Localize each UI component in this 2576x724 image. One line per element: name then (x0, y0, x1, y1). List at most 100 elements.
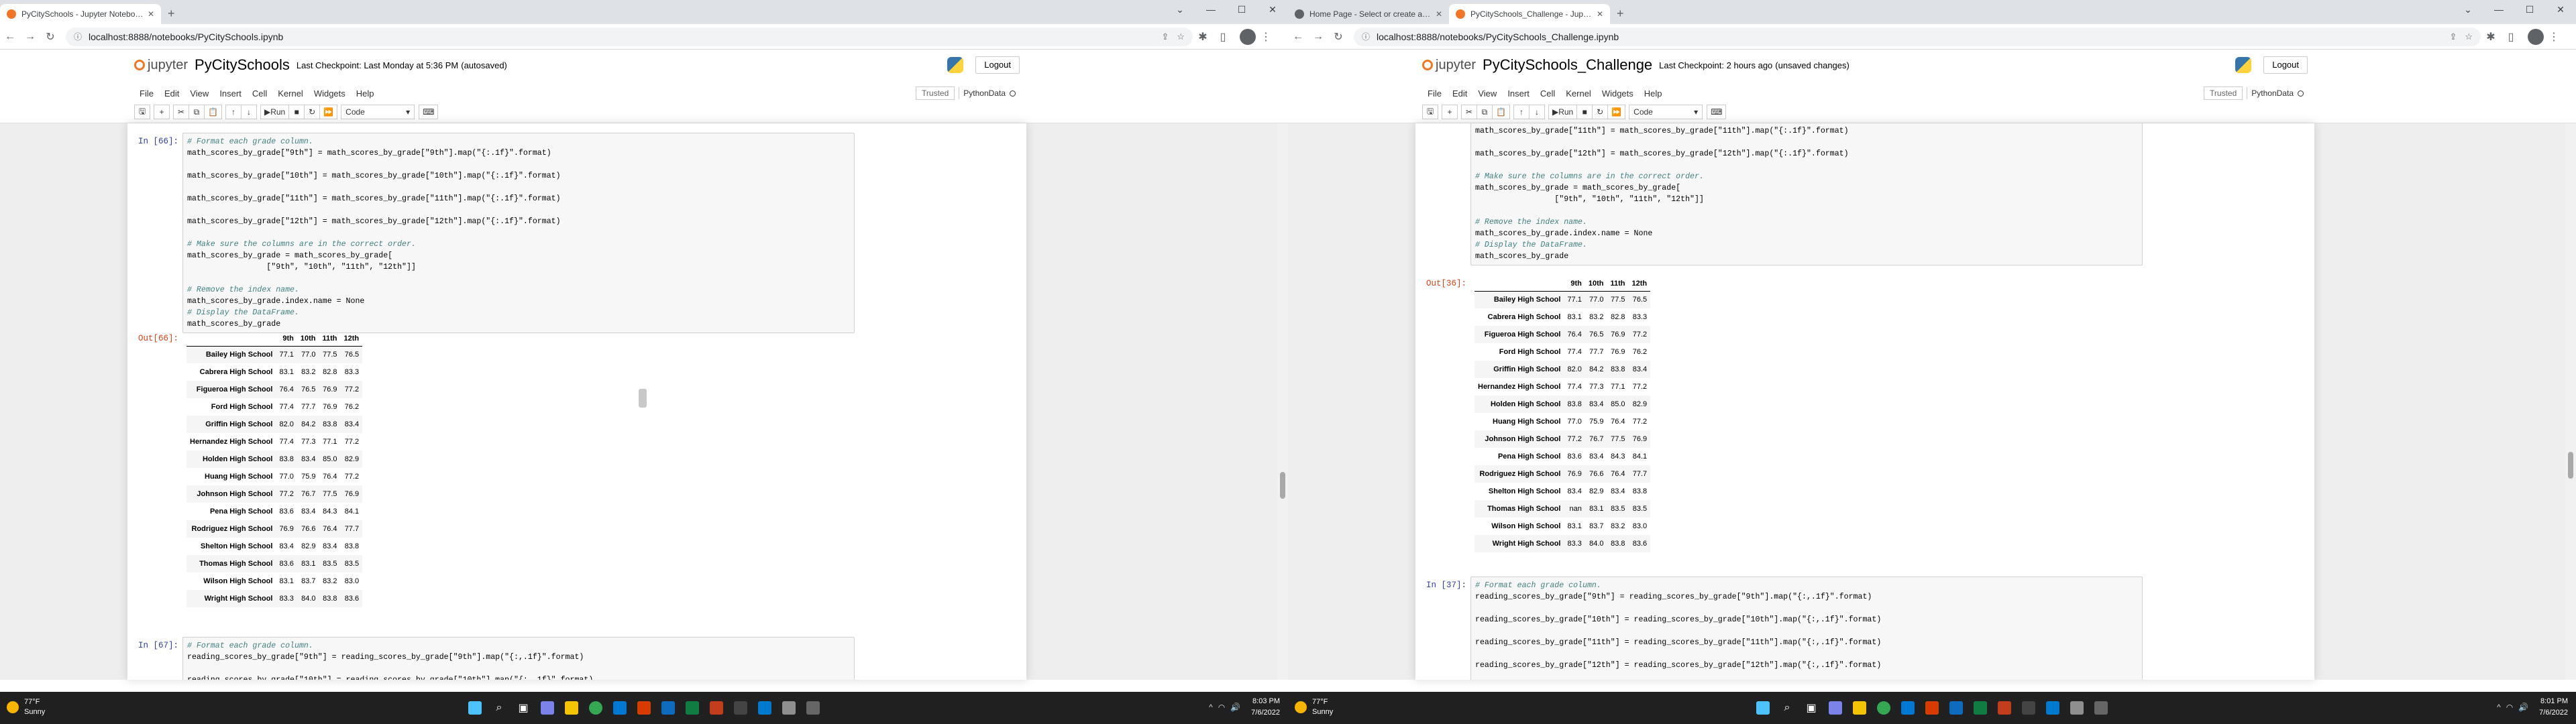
paste-icon[interactable]: 📋 (204, 105, 222, 119)
trusted-indicator[interactable]: Trusted (916, 86, 955, 100)
copy-icon[interactable]: ⧉ (189, 105, 205, 119)
close-tab-icon[interactable]: ✕ (1597, 9, 1603, 19)
weather-widget[interactable]: 77°F Sunny (1295, 697, 1333, 717)
weather-widget[interactable]: 77°F Sunny (7, 697, 45, 717)
run-button[interactable]: ▶ Run (260, 105, 290, 119)
run-button[interactable]: ▶ Run (1548, 105, 1578, 119)
insert-cell-icon[interactable]: + (1442, 105, 1458, 119)
calculator-icon[interactable] (801, 696, 825, 720)
git-icon[interactable] (777, 696, 801, 720)
sidebar-icon[interactable]: ▯ (2501, 30, 2521, 44)
reload-icon[interactable]: ↻ (1328, 30, 1348, 44)
code-editor[interactable]: # Format each grade column. reading_score… (182, 637, 855, 680)
trusted-indicator[interactable]: Trusted (2204, 86, 2243, 100)
menu-edit[interactable]: Edit (1447, 88, 1472, 99)
menu-kernel[interactable]: Kernel (272, 88, 309, 99)
volume-icon[interactable]: 🔊 (1230, 703, 1240, 712)
info-icon[interactable]: ⓘ (74, 31, 82, 42)
back-arrow-icon[interactable]: ← (0, 31, 20, 43)
code-editor[interactable]: # Format each grade column. reading_score… (1470, 577, 2143, 680)
cell-type-select[interactable]: Code ▾ (341, 105, 415, 119)
move-down-icon[interactable]: ↓ (1528, 105, 1545, 119)
wifi-icon[interactable]: ◠ (1218, 703, 1225, 712)
menu-cell[interactable]: Cell (247, 88, 272, 99)
url-input[interactable]: ⓘ localhost:8888/notebooks/PyCitySchools… (1354, 27, 2481, 46)
mail-icon[interactable] (1944, 696, 1968, 720)
menu-help[interactable]: Help (351, 88, 380, 99)
menu-edit[interactable]: Edit (159, 88, 184, 99)
move-down-icon[interactable]: ↓ (240, 105, 257, 119)
menu-view[interactable]: View (184, 88, 214, 99)
back-arrow-icon[interactable]: ← (1288, 31, 1308, 43)
menu-cell[interactable]: Cell (1535, 88, 1560, 99)
terminal-icon[interactable] (729, 696, 753, 720)
menu-insert[interactable]: Insert (214, 88, 247, 99)
restart-icon[interactable]: ↻ (1592, 105, 1609, 119)
wifi-icon[interactable]: ◠ (2506, 703, 2513, 712)
stop-icon[interactable]: ■ (1576, 105, 1593, 119)
volume-icon[interactable]: 🔊 (2518, 703, 2528, 712)
cell-type-select[interactable]: Code ▾ (1629, 105, 1703, 119)
logout-button[interactable]: Logout (975, 56, 1020, 74)
start-icon[interactable] (463, 696, 487, 720)
menu-kernel[interactable]: Kernel (1560, 88, 1597, 99)
chevron-up-icon[interactable]: ^ (2497, 703, 2501, 712)
cut-icon[interactable]: ✂ (173, 105, 189, 119)
command-palette-icon[interactable]: ⌨ (1707, 105, 1727, 119)
vscode-icon[interactable] (753, 696, 777, 720)
close-tab-icon[interactable]: ✕ (148, 9, 154, 19)
menu-view[interactable]: View (1472, 88, 1502, 99)
copy-icon[interactable]: ⧉ (1477, 105, 1493, 119)
stop-icon[interactable]: ■ (288, 105, 305, 119)
jupyter-logo[interactable]: jupyter (134, 58, 188, 73)
close-window-button[interactable]: ✕ (2545, 0, 2576, 19)
powerpoint-icon[interactable] (704, 696, 729, 720)
powerpoint-icon[interactable] (1992, 696, 2017, 720)
menu-insert[interactable]: Insert (1502, 88, 1535, 99)
vertical-scrollbar[interactable] (1277, 123, 1288, 680)
profile-avatar[interactable] (2528, 28, 2544, 45)
start-icon[interactable] (1751, 696, 1775, 720)
file-explorer-icon[interactable] (559, 696, 584, 720)
move-up-icon[interactable]: ↑ (225, 105, 241, 119)
teams-icon[interactable] (535, 696, 559, 720)
menu-widgets[interactable]: Widgets (1597, 88, 1639, 99)
command-palette-icon[interactable]: ⌨ (419, 105, 439, 119)
insert-cell-icon[interactable]: + (154, 105, 170, 119)
menu-widgets[interactable]: Widgets (309, 88, 351, 99)
task-view-icon[interactable]: ▣ (1799, 696, 1823, 720)
paste-icon[interactable]: 📋 (1492, 105, 1510, 119)
more-menu-icon[interactable]: ⋮ (1256, 30, 1276, 44)
share-icon[interactable]: ⇪ (1161, 32, 1169, 42)
share-icon[interactable]: ⇪ (2449, 32, 2457, 42)
cut-icon[interactable]: ✂ (1461, 105, 1477, 119)
close-window-button[interactable]: ✕ (1257, 0, 1288, 19)
new-tab-button[interactable]: + (1610, 4, 1631, 24)
scrollbar-thumb[interactable] (1280, 472, 1285, 499)
maximize-button[interactable]: ☐ (2514, 0, 2545, 19)
terminal-icon[interactable] (2017, 696, 2041, 720)
jupyter-logo[interactable]: jupyter (1422, 58, 1476, 73)
office-icon[interactable] (1920, 696, 1944, 720)
save-icon[interactable]: 🖫 (1422, 105, 1438, 119)
clock[interactable]: 8:01 PM 7/6/2022 (2539, 696, 2568, 719)
chevron-down-icon[interactable]: ⌄ (2453, 0, 2483, 19)
info-icon[interactable]: ⓘ (1362, 31, 1370, 42)
save-icon[interactable]: 🖫 (134, 105, 150, 119)
fast-forward-icon[interactable]: ⏩ (1607, 105, 1626, 119)
notebook-name[interactable]: PyCitySchools (195, 56, 290, 74)
move-up-icon[interactable]: ↑ (1513, 105, 1529, 119)
code-editor[interactable]: # Format each grade column. math_scores_b… (182, 133, 855, 333)
profile-avatar[interactable] (1240, 28, 1256, 45)
task-view-icon[interactable]: ▣ (511, 696, 535, 720)
notebook-site[interactable]: In [66]: # Format each grade column. math_… (0, 123, 1288, 680)
chevron-up-icon[interactable]: ^ (1209, 703, 1213, 712)
scrollbar-thumb[interactable] (2568, 452, 2573, 479)
star-icon[interactable]: ☆ (2465, 32, 2473, 42)
more-menu-icon[interactable]: ⋮ (2544, 30, 2564, 44)
office-icon[interactable] (632, 696, 656, 720)
file-explorer-icon[interactable] (1847, 696, 1872, 720)
url-input[interactable]: ⓘ localhost:8888/notebooks/PyCitySchools… (66, 27, 1193, 46)
teams-icon[interactable] (1823, 696, 1847, 720)
excel-icon[interactable] (1968, 696, 1992, 720)
